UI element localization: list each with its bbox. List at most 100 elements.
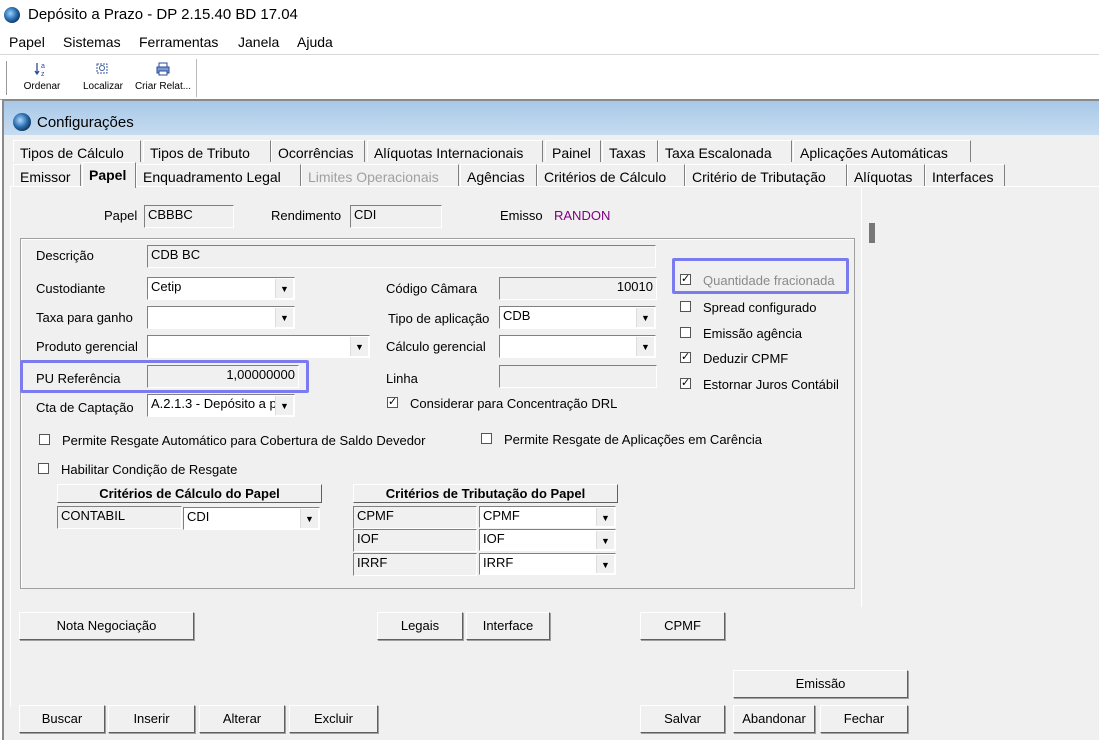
chevron-down-icon[interactable]: ▼ xyxy=(275,308,293,327)
rendimento-label: Rendimento xyxy=(271,208,342,223)
chevron-down-icon[interactable]: ▼ xyxy=(350,337,368,356)
abandonar-button[interactable]: Abandonar xyxy=(733,705,815,733)
toolbar: az Ordenar Localizar Criar Relat... xyxy=(0,54,1099,100)
tab-tipos-calculo[interactable]: Tipos de Cálculo xyxy=(13,140,141,162)
pu-referencia-field[interactable]: 1,00000000 xyxy=(147,365,299,388)
svg-text:z: z xyxy=(41,71,45,77)
descricao-field[interactable]: CDB BC xyxy=(147,245,656,268)
deduzir-cpmf-checkbox[interactable]: ✓ xyxy=(680,352,691,363)
tab-interfaces[interactable]: Interfaces xyxy=(925,164,1005,186)
tab-enquadramento-legal[interactable]: Enquadramento Legal xyxy=(136,164,301,186)
chevron-down-icon[interactable]: ▼ xyxy=(636,308,654,327)
fechar-button[interactable]: Fechar xyxy=(820,705,908,733)
permite-resgate-carencia-checkbox[interactable] xyxy=(481,433,492,444)
legais-button[interactable]: Legais xyxy=(377,612,463,640)
chevron-down-icon[interactable]: ▼ xyxy=(596,555,614,573)
criterios-calculo-select[interactable]: CDI ▼ xyxy=(183,507,320,530)
produto-gerencial-label: Produto gerencial xyxy=(36,339,138,354)
produto-gerencial-select[interactable]: ▼ xyxy=(147,335,370,358)
create-report-button[interactable]: Criar Relat... xyxy=(133,59,193,97)
menu-papel[interactable]: Papel xyxy=(9,34,45,50)
chevron-down-icon[interactable]: ▼ xyxy=(596,508,614,526)
scroll-indicator[interactable] xyxy=(869,223,875,243)
svg-text:a: a xyxy=(41,63,45,70)
papel-label: Papel xyxy=(104,208,138,223)
config-window-titlebar xyxy=(4,101,1099,135)
tributacao-row-select[interactable]: IOF ▼ xyxy=(479,529,616,551)
create-report-label: Criar Relat... xyxy=(134,81,192,92)
menu-janela[interactable]: Janela xyxy=(238,34,279,50)
interface-button[interactable]: Interface xyxy=(466,612,550,640)
calculo-gerencial-select[interactable]: ▼ xyxy=(499,335,656,358)
considerar-drl-checkbox[interactable]: ✓ xyxy=(387,397,398,408)
permite-resgate-auto-checkbox[interactable] xyxy=(39,434,50,445)
emissao-agencia-label: Emissão agência xyxy=(703,326,802,341)
find-label: Localizar xyxy=(82,81,124,92)
codigo-camara-field[interactable]: 10010 xyxy=(499,277,657,300)
find-button[interactable]: Localizar xyxy=(77,59,129,97)
tipo-aplicacao-select[interactable]: CDB ▼ xyxy=(499,306,656,329)
estornar-juros-checkbox[interactable]: ✓ xyxy=(680,378,691,389)
codigo-camara-label: Código Câmara xyxy=(386,281,478,296)
excluir-button[interactable]: Excluir xyxy=(289,705,378,733)
chevron-down-icon[interactable]: ▼ xyxy=(275,279,293,298)
tributacao-row-name: IRRF xyxy=(353,553,477,576)
tab-aliquotas-internacionais[interactable]: Alíquotas Internacionais xyxy=(367,140,543,162)
tab-criterios-calculo[interactable]: Critérios de Cálculo xyxy=(537,164,685,186)
tab-emissor[interactable]: Emissor xyxy=(13,164,81,186)
cpmf-button[interactable]: CPMF xyxy=(640,612,725,640)
custodiante-select[interactable]: Cetip ▼ xyxy=(147,277,295,300)
panel-divider xyxy=(861,187,862,607)
tipo-aplicacao-value: CDB xyxy=(503,308,531,323)
alterar-button[interactable]: Alterar xyxy=(199,705,285,733)
tab-taxa-escalonada[interactable]: Taxa Escalonada xyxy=(658,140,792,162)
criterios-tributacao-header: Critérios de Tributação do Papel xyxy=(353,484,618,503)
tab-agencias[interactable]: Agências xyxy=(460,164,537,186)
tab-papel[interactable]: Papel xyxy=(82,162,136,188)
tab-ocorrencias[interactable]: Ocorrências xyxy=(271,140,365,162)
permite-resgate-carencia-label: Permite Resgate de Aplicações em Carênci… xyxy=(504,432,762,447)
config-window-title: Configurações xyxy=(37,114,134,131)
menu-ferramentas[interactable]: Ferramentas xyxy=(139,34,218,50)
chevron-down-icon[interactable]: ▼ xyxy=(636,337,654,356)
chevron-down-icon[interactable]: ▼ xyxy=(275,396,293,415)
quantidade-fracionada-checkbox: ✓ xyxy=(680,273,691,285)
cta-captacao-select[interactable]: A.2.1.3 - Depósito a p ▼ xyxy=(147,394,295,417)
tab-aplicacoes-automaticas[interactable]: Aplicações Automáticas xyxy=(793,140,971,162)
calculo-gerencial-label: Cálculo gerencial xyxy=(386,339,486,354)
app-title: Depósito a Prazo - DP 2.15.40 BD 17.04 xyxy=(28,6,298,23)
chevron-down-icon[interactable]: ▼ xyxy=(596,531,614,549)
inserir-button[interactable]: Inserir xyxy=(108,705,195,733)
papel-field[interactable]: CBBBC xyxy=(144,205,234,228)
permite-resgate-auto-label: Permite Resgate Automático para Cobertur… xyxy=(62,433,426,448)
considerar-drl-label: Considerar para Concentração DRL xyxy=(410,396,618,411)
quantidade-fracionada-label: Quantidade fracionada xyxy=(703,273,835,288)
rendimento-field[interactable]: CDI xyxy=(350,205,442,228)
emissao-agencia-checkbox[interactable] xyxy=(680,327,691,338)
toolbar-grip xyxy=(6,61,10,95)
spread-configurado-checkbox[interactable] xyxy=(680,301,691,312)
tributacao-row-select[interactable]: CPMF ▼ xyxy=(479,506,616,528)
emissor-value: RANDON xyxy=(554,208,611,223)
tab-tipos-tributo[interactable]: Tipos de Tributo xyxy=(143,140,271,162)
nota-negociacao-button[interactable]: Nota Negociação xyxy=(19,612,194,640)
tributacao-row-name: CPMF xyxy=(353,506,477,529)
chevron-down-icon[interactable]: ▼ xyxy=(300,509,318,528)
emissao-button[interactable]: Emissão xyxy=(733,670,908,698)
tipo-aplicacao-label: Tipo de aplicação xyxy=(388,311,490,326)
tab-criterio-tributacao[interactable]: Critério de Tributação xyxy=(685,164,847,186)
linha-field[interactable] xyxy=(499,365,657,388)
tab-painel[interactable]: Painel xyxy=(545,140,601,162)
salvar-button[interactable]: Salvar xyxy=(640,705,725,733)
tab-aliquotas[interactable]: Alíquotas xyxy=(847,164,925,186)
menu-sistemas[interactable]: Sistemas xyxy=(63,34,121,50)
toolbar-separator xyxy=(196,59,197,97)
taxa-ganho-select[interactable]: ▼ xyxy=(147,306,295,329)
window-icon xyxy=(13,113,31,131)
tributacao-row-select[interactable]: IRRF ▼ xyxy=(479,553,616,575)
buscar-button[interactable]: Buscar xyxy=(19,705,105,733)
habilitar-resgate-checkbox[interactable] xyxy=(38,463,49,474)
tab-taxas[interactable]: Taxas xyxy=(602,140,658,162)
sort-button[interactable]: az Ordenar xyxy=(16,59,68,97)
menu-ajuda[interactable]: Ajuda xyxy=(297,34,333,50)
